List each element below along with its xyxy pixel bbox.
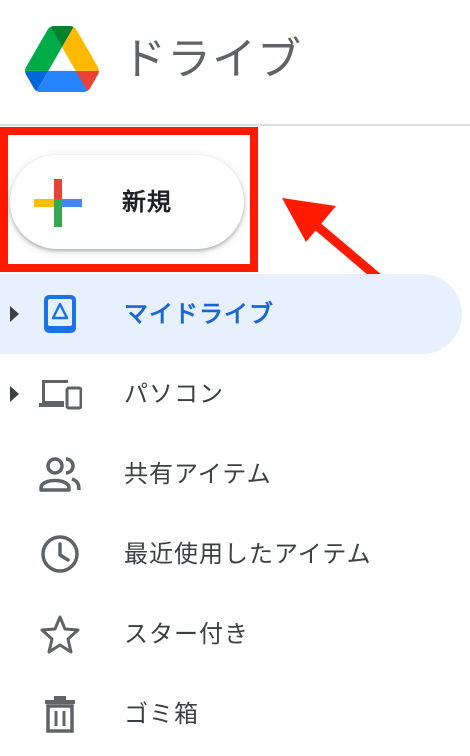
expand-arrow-icon[interactable] (8, 384, 20, 404)
sidebar-item-label: 最近使用したアイテム (124, 540, 372, 568)
trash-icon (45, 696, 75, 733)
sidebar-item-label: パソコン (124, 380, 224, 408)
sidebar-item-shared[interactable]: 共有アイテム (0, 434, 462, 514)
sidebar-item-computers[interactable]: パソコン (0, 354, 462, 434)
sidebar-item-label: 共有アイテム (124, 460, 272, 488)
plus-icon (34, 179, 82, 227)
drive-sidebar: ドライブ 新規 マイドライブ パソコン 共有アイテム 最近使用したアイテム スタ… (0, 0, 470, 756)
computers-icon (39, 380, 82, 410)
expand-arrow-icon[interactable] (8, 304, 20, 324)
sidebar-item-trash[interactable]: ゴミ箱 (0, 674, 462, 754)
sidebar-item-label: ゴミ箱 (124, 700, 199, 728)
sidebar-item-starred[interactable]: スター付き (0, 594, 462, 674)
sidebar-item-label: マイドライブ (124, 300, 274, 328)
clock-icon (41, 535, 79, 573)
app-title[interactable]: ドライブ (122, 30, 302, 90)
google-drive-logo-icon[interactable] (24, 26, 100, 92)
new-button-label: 新規 (122, 188, 172, 216)
sidebar-item-recent[interactable]: 最近使用したアイテム (0, 514, 462, 594)
people-icon (39, 457, 81, 492)
sidebar-item-my-drive[interactable]: マイドライブ (0, 274, 462, 354)
sidebar-item-label: スター付き (124, 620, 249, 648)
new-button[interactable]: 新規 (10, 155, 244, 249)
sidebar-nav: マイドライブ パソコン 共有アイテム 最近使用したアイテム スター付き ゴミ箱 (0, 274, 470, 754)
star-icon (40, 615, 80, 654)
app-header: ドライブ (0, 0, 470, 126)
my-drive-icon (44, 295, 76, 333)
